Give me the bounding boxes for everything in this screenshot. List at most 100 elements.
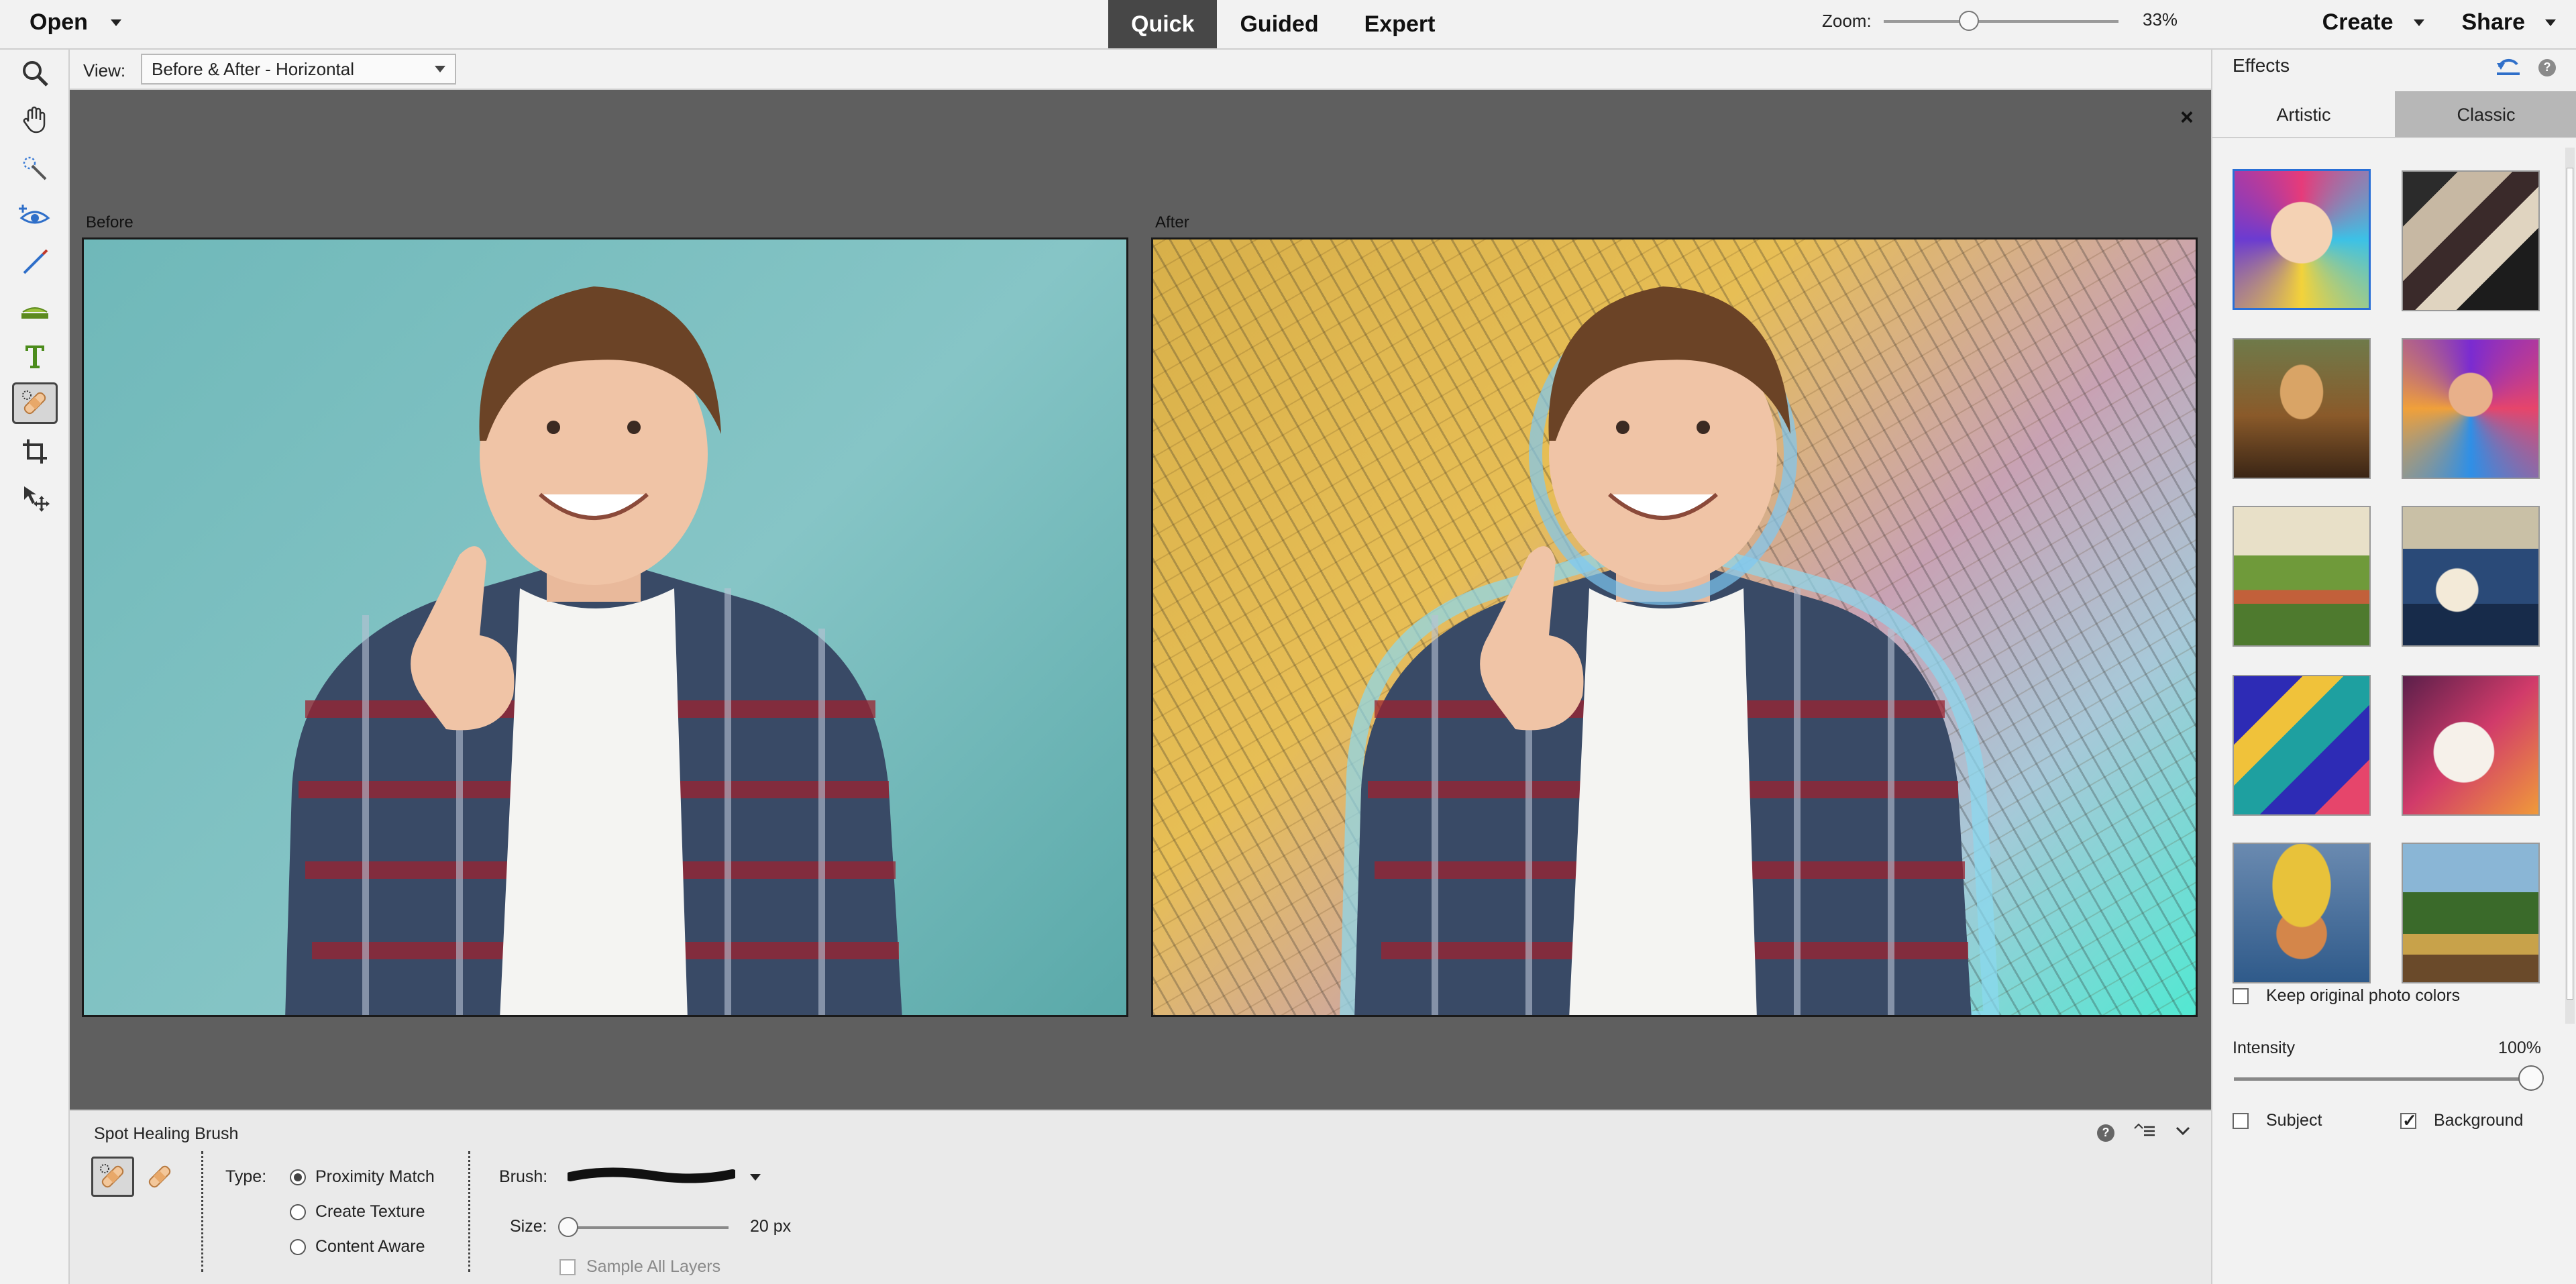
tab-expert[interactable]: Expert	[1342, 0, 1458, 48]
checkbox-box	[2233, 1112, 2249, 1129]
effect-thumbnail-cubist[interactable]	[2402, 170, 2540, 311]
close-icon[interactable]: ×	[2180, 105, 2194, 131]
checkbox-label: Sample All Layers	[586, 1257, 721, 1276]
radio-indicator	[290, 1238, 306, 1255]
hand-icon	[23, 106, 46, 133]
tab-guided[interactable]: Guided	[1217, 0, 1341, 48]
quick-selection-icon	[23, 156, 47, 180]
before-label: Before	[86, 213, 133, 231]
radio-create-texture[interactable]: Create Texture	[290, 1202, 425, 1222]
straighten-icon	[21, 307, 48, 319]
crop-tool[interactable]	[12, 431, 58, 472]
effect-thumbnail-landscape-trees[interactable]	[2402, 843, 2540, 983]
spot-healing-mode-button[interactable]	[91, 1157, 134, 1197]
tools-panel	[0, 50, 70, 1284]
eye-icon	[19, 205, 50, 224]
brush-label: Brush:	[499, 1167, 548, 1186]
effect-thumbnail-abstract-face[interactable]	[2233, 169, 2371, 310]
tool-options-panel: Spot Healing Brush ? Type: Proximity Mat…	[70, 1110, 2211, 1284]
quick-selection-tool[interactable]	[12, 148, 58, 189]
spot-healing-icon	[22, 390, 46, 415]
view-label: View:	[83, 60, 126, 81]
checkbox-box	[2400, 1110, 2417, 1131]
divider	[468, 1151, 470, 1272]
healing-brush-mode-button[interactable]	[138, 1157, 181, 1197]
effect-thumbnail-van-gogh-hat[interactable]	[2233, 843, 2371, 983]
move-tool[interactable]	[12, 478, 58, 519]
after-label: After	[1155, 213, 1189, 231]
effect-thumbnail-pop-figures[interactable]	[2233, 675, 2371, 816]
intensity-slider-thumb[interactable]	[2518, 1065, 2544, 1091]
subject-checkbox[interactable]: Subject	[2233, 1111, 2322, 1130]
radio-label: Content Aware	[315, 1237, 425, 1256]
effects-title: Effects	[2233, 55, 2290, 76]
size-value: 20 px	[750, 1217, 792, 1236]
type-icon	[25, 345, 44, 368]
top-bar: Open Quick Guided Expert Create Share	[0, 0, 2576, 50]
intensity-label: Intensity	[2233, 1038, 2296, 1057]
type-label: Type:	[225, 1167, 267, 1186]
size-slider-track[interactable]	[561, 1226, 729, 1229]
effects-panel: Effects ? Artistic Classic Keep original…	[2211, 50, 2576, 1284]
chevron-down-icon[interactable]	[750, 1174, 761, 1181]
panel-options-icon[interactable]	[2133, 1123, 2156, 1142]
hand-tool[interactable]	[12, 99, 58, 141]
healing-brush-icon	[148, 1165, 171, 1188]
zoom-slider-track[interactable]	[1884, 20, 2118, 23]
effect-thumbnail-dog-portrait[interactable]	[2402, 675, 2540, 816]
tab-classic[interactable]: Classic	[2395, 91, 2576, 137]
zoom-label: Zoom:	[1822, 11, 1872, 31]
effects-scrollbar[interactable]	[2565, 148, 2575, 1024]
move-icon	[24, 486, 50, 512]
help-icon[interactable]: ?	[2097, 1124, 2114, 1142]
chevron-down-icon	[2545, 19, 2556, 26]
size-slider-thumb[interactable]	[558, 1217, 578, 1237]
divider	[201, 1151, 203, 1272]
effect-thumbnail-mona-lisa[interactable]	[2233, 338, 2371, 479]
effect-thumbnail-impressionist-village[interactable]	[2233, 506, 2371, 647]
intensity-slider-track[interactable]	[2234, 1077, 2529, 1081]
spot-healing-icon	[100, 1164, 124, 1188]
tab-artistic[interactable]: Artistic	[2212, 91, 2395, 137]
after-photo[interactable]	[1151, 237, 2198, 1017]
share-label: Share	[2461, 9, 2526, 35]
sample-all-layers-checkbox[interactable]: Sample All Layers	[559, 1257, 720, 1277]
radio-content-aware[interactable]: Content Aware	[290, 1237, 425, 1256]
scrollbar-thumb[interactable]	[2567, 168, 2573, 1000]
create-label: Create	[2322, 9, 2394, 35]
open-label: Open	[30, 9, 88, 35]
radio-proximity-match[interactable]: Proximity Match	[290, 1167, 435, 1187]
reset-icon[interactable]	[2496, 55, 2521, 80]
whiten-teeth-tool[interactable]	[12, 242, 58, 283]
whiten-teeth-icon	[23, 249, 48, 274]
boy-photo-stylized-image	[1340, 286, 2000, 1015]
spot-healing-tool[interactable]	[12, 382, 58, 424]
straighten-tool[interactable]	[12, 288, 58, 330]
zoom-value: 33%	[2143, 9, 2178, 30]
effect-thumbnail-colorful-portrait[interactable]	[2402, 338, 2540, 479]
help-icon[interactable]: ?	[2538, 58, 2556, 76]
share-menu[interactable]: Share	[2461, 9, 2556, 36]
effect-thumbnail-great-wave[interactable]	[2402, 506, 2540, 647]
chevron-down-icon	[435, 66, 445, 72]
type-tool[interactable]	[12, 335, 58, 377]
collapse-icon[interactable]	[2175, 1126, 2191, 1140]
boy-photo-image	[285, 286, 902, 1015]
checkbox-label: Keep original photo colors	[2266, 986, 2461, 1005]
radio-indicator	[290, 1203, 306, 1220]
zoom-tool[interactable]	[12, 52, 58, 94]
brush-preview[interactable]	[568, 1165, 735, 1189]
tab-quick[interactable]: Quick	[1108, 0, 1218, 48]
create-menu[interactable]: Create	[2322, 9, 2424, 36]
eye-tool[interactable]	[12, 195, 58, 236]
view-select-value: Before & After - Horizontal	[152, 58, 355, 79]
tool-name: Spot Healing Brush	[94, 1124, 239, 1143]
view-select[interactable]: Before & After - Horizontal	[141, 54, 456, 85]
zoom-slider-thumb[interactable]	[1959, 11, 1979, 31]
radio-label: Create Texture	[315, 1202, 425, 1221]
radio-indicator	[290, 1169, 306, 1185]
keep-original-colors-checkbox[interactable]: Keep original photo colors	[2233, 986, 2460, 1006]
before-photo[interactable]	[82, 237, 1128, 1017]
background-checkbox[interactable]: Background	[2400, 1110, 2523, 1131]
open-menu[interactable]: Open	[30, 9, 121, 36]
